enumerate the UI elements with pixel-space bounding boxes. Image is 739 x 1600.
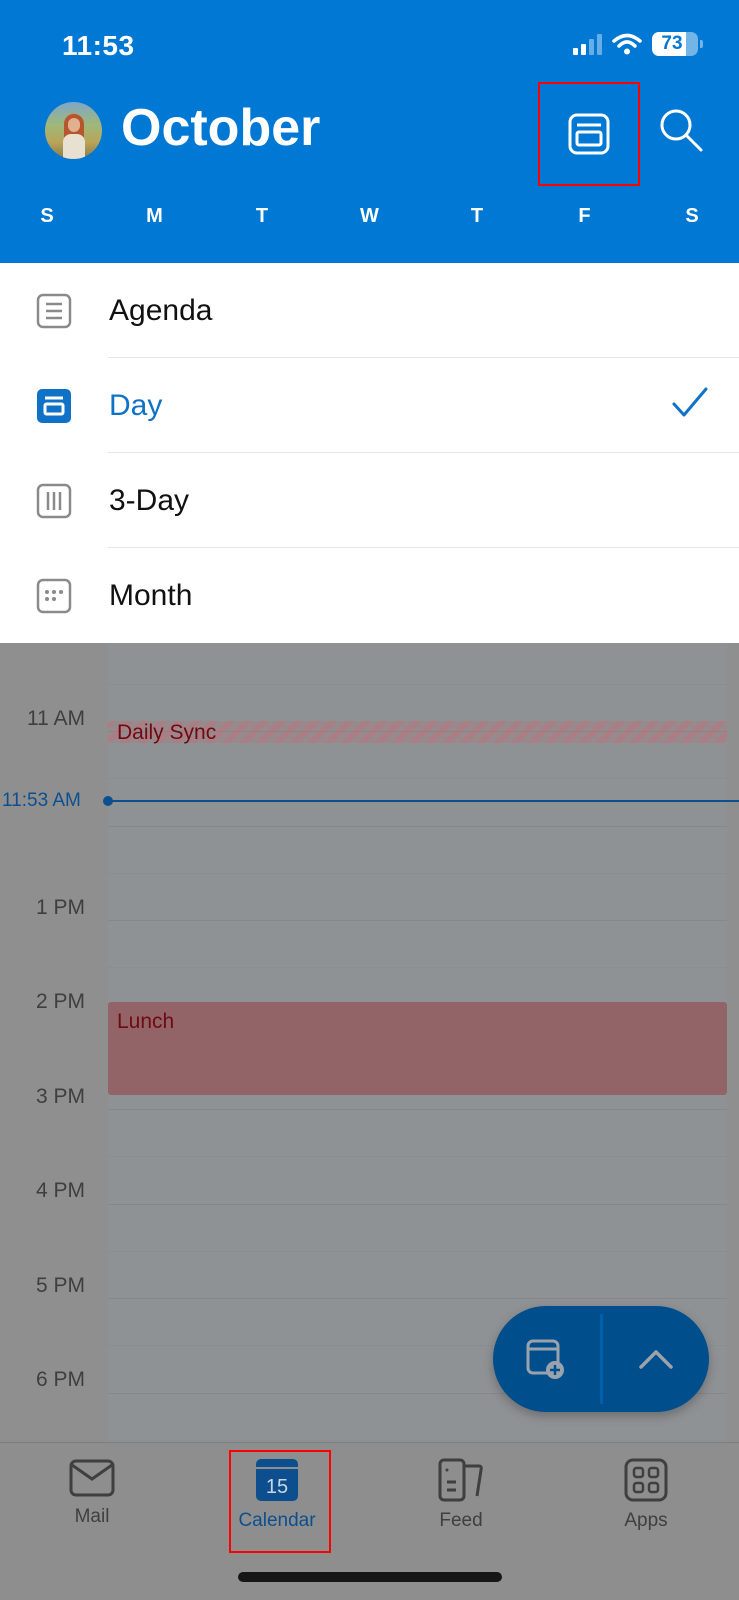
tab-mail[interactable]: Mail [37,1458,147,1528]
tab-feed[interactable]: Feed [406,1458,516,1532]
hour-label: 3 PM [35,1085,85,1108]
wifi-icon [612,33,642,55]
hour-line [108,1204,727,1205]
weekday-label: F [578,205,591,227]
weekday-label: W [360,205,379,227]
hour-label: 2 PM [35,990,85,1013]
half-hour-line [108,1156,727,1157]
agenda-icon [36,293,72,329]
half-hour-line [108,967,727,968]
chevron-up-icon [639,1350,673,1369]
feed-icon [438,1458,483,1502]
event-title: Lunch [117,1010,175,1033]
event-title: Daily Sync [117,721,217,744]
calendar-header: 11:53 73 October S M T W T F S [0,0,739,263]
half-hour-line [108,778,727,779]
month-icon [36,578,72,614]
hour-label: 4 PM [35,1179,85,1202]
three-day-icon [36,483,72,519]
day-view-icon [37,389,71,423]
tab-label: Feed [439,1510,483,1531]
weekday-label: T [470,205,484,227]
event-lunch[interactable]: Lunch [108,1002,727,1095]
search-button[interactable] [655,104,707,156]
battery-tip [700,40,703,48]
expand-button[interactable] [603,1306,710,1412]
menu-item-label: Day [109,388,163,422]
month-title[interactable]: October [121,98,320,158]
current-time-label: 11:53 AM [2,790,81,811]
half-hour-line [108,1440,727,1441]
tab-label: Apps [624,1510,668,1531]
menu-item-day[interactable]: Day [0,358,739,453]
half-hour-line [108,1251,727,1252]
hour-line [108,1298,727,1299]
status-time: 11:53 [62,30,135,61]
half-hour-line [108,684,727,685]
cellular-signal-icon [573,33,602,55]
event-daily-sync[interactable]: Daily Sync [108,721,727,744]
view-menu: Agenda Day 3-Day Month [0,263,739,643]
menu-item-agenda[interactable]: Agenda [0,263,739,358]
search-icon [660,109,703,152]
apps-icon [624,1458,668,1502]
hour-label: 1 PM [35,896,85,919]
weekday-label: S [685,205,699,227]
hour-line [108,920,727,921]
home-indicator[interactable] [238,1572,502,1582]
hour-line [108,826,727,827]
half-hour-line [108,873,727,874]
floating-action-button [493,1306,709,1412]
weekday-label: T [255,205,269,227]
weekday-label: M [146,205,163,227]
hour-line [108,1109,727,1110]
menu-item-label: Month [109,578,193,612]
hour-label: 11 AM [27,707,85,730]
calendar-add-icon [526,1339,565,1379]
view-switcher-button[interactable] [538,82,640,186]
hour-label: 6 PM [35,1368,85,1391]
battery-percent: 73 [661,33,683,54]
battery-icon: 73 [652,32,698,56]
status-icons: 73 [573,32,703,56]
menu-item-3-day[interactable]: 3-Day [0,453,739,548]
tab-highlight-box [229,1450,331,1553]
menu-item-label: Agenda [109,293,213,327]
tab-label: Mail [74,1506,110,1527]
menu-item-month[interactable]: Month [0,548,739,643]
checkmark-icon [672,387,708,417]
hour-label: 5 PM [35,1274,85,1297]
avatar[interactable] [45,102,102,159]
weekday-label: S [40,205,54,227]
current-time-line [108,800,739,802]
new-event-button[interactable] [493,1306,600,1412]
menu-item-label: 3-Day [109,483,190,517]
day-view-icon [568,113,610,155]
tab-apps[interactable]: Apps [591,1458,701,1532]
weekday-header: S M T W T F S [0,205,739,228]
mail-icon [69,1459,115,1497]
